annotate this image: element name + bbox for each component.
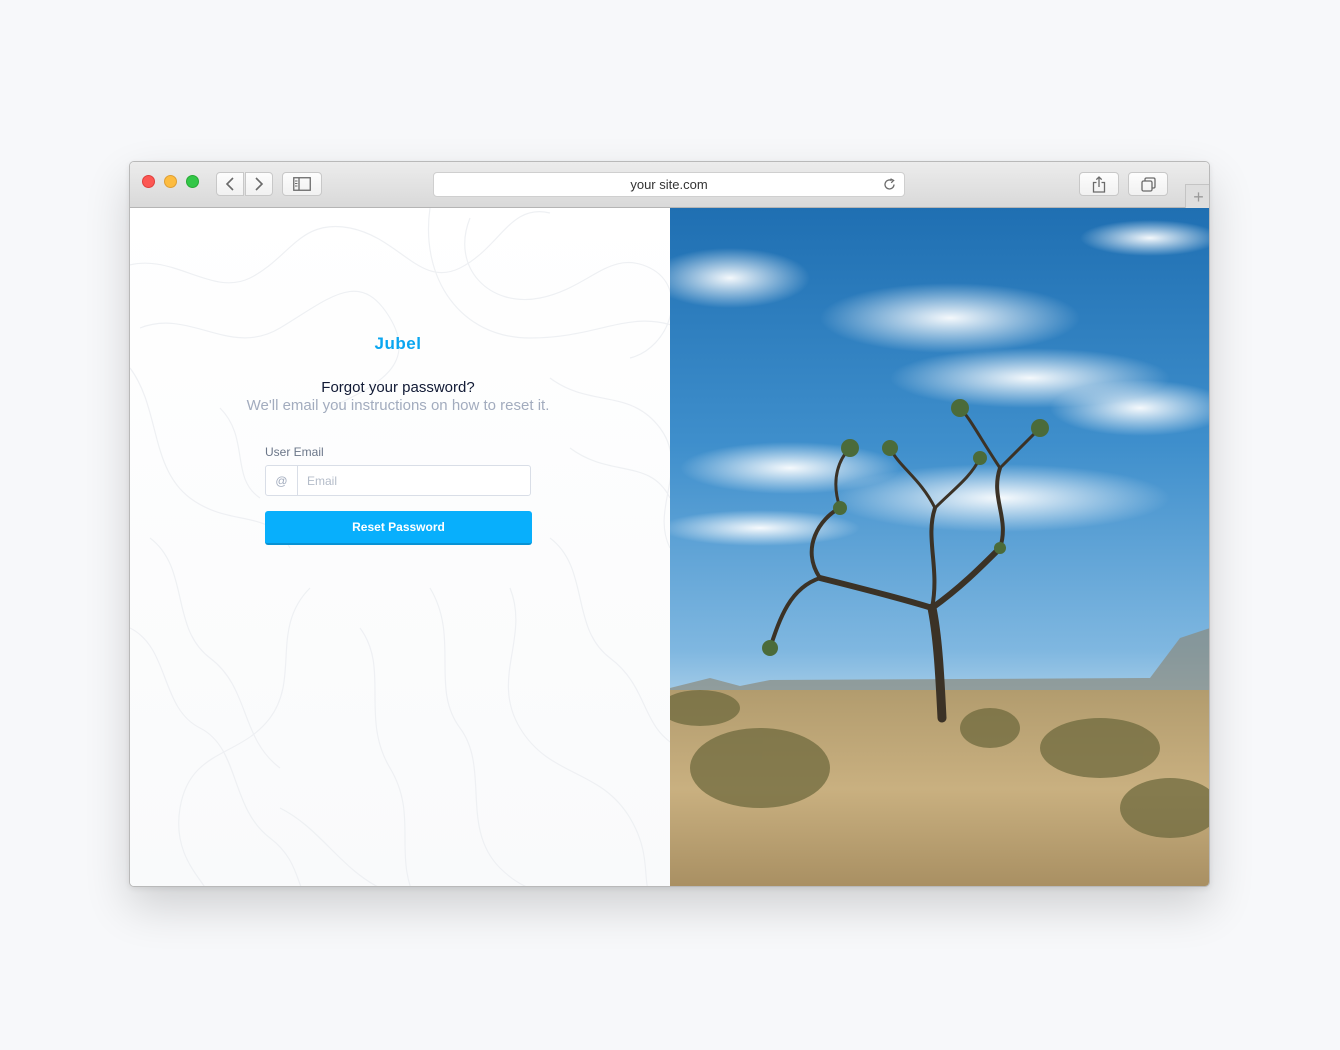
show-tabs-button[interactable] bbox=[1128, 172, 1168, 196]
page-content: Jubel Forgot your password? We'll email … bbox=[130, 208, 1209, 886]
page-subtitle: We'll email you instructions on how to r… bbox=[246, 397, 550, 414]
topographic-pattern bbox=[130, 208, 670, 886]
brand-logo: Jubel bbox=[374, 334, 422, 353]
zoom-window-button[interactable] bbox=[186, 175, 199, 188]
address-bar[interactable]: your site.com bbox=[433, 172, 905, 197]
email-label: User Email bbox=[265, 445, 324, 459]
tabs-icon bbox=[1140, 176, 1156, 192]
forward-button[interactable] bbox=[245, 172, 273, 196]
sidebar-toggle-button[interactable] bbox=[282, 172, 322, 196]
page-title: Forgot your password? bbox=[321, 379, 475, 396]
close-window-button[interactable] bbox=[142, 175, 155, 188]
hero-image bbox=[670, 208, 1209, 886]
back-icon bbox=[225, 177, 234, 191]
at-icon: @ bbox=[266, 466, 298, 495]
forward-icon bbox=[255, 177, 264, 191]
new-tab-button[interactable]: + bbox=[1185, 184, 1209, 208]
browser-toolbar: your site.com + bbox=[130, 162, 1209, 208]
share-icon bbox=[1092, 175, 1106, 193]
sidebar-icon bbox=[293, 177, 311, 191]
reset-panel: Jubel Forgot your password? We'll email … bbox=[130, 208, 670, 886]
reset-password-button[interactable]: Reset Password bbox=[265, 511, 532, 545]
browser-window: your site.com + Jubel Forgot your passwo… bbox=[129, 161, 1210, 887]
email-field[interactable] bbox=[298, 466, 530, 495]
reload-icon[interactable] bbox=[883, 178, 896, 191]
share-button[interactable] bbox=[1079, 172, 1119, 196]
minimize-window-button[interactable] bbox=[164, 175, 177, 188]
plus-icon: + bbox=[1193, 186, 1204, 207]
address-text: your site.com bbox=[630, 177, 708, 192]
back-button[interactable] bbox=[216, 172, 244, 196]
email-input-group: @ bbox=[265, 465, 531, 496]
